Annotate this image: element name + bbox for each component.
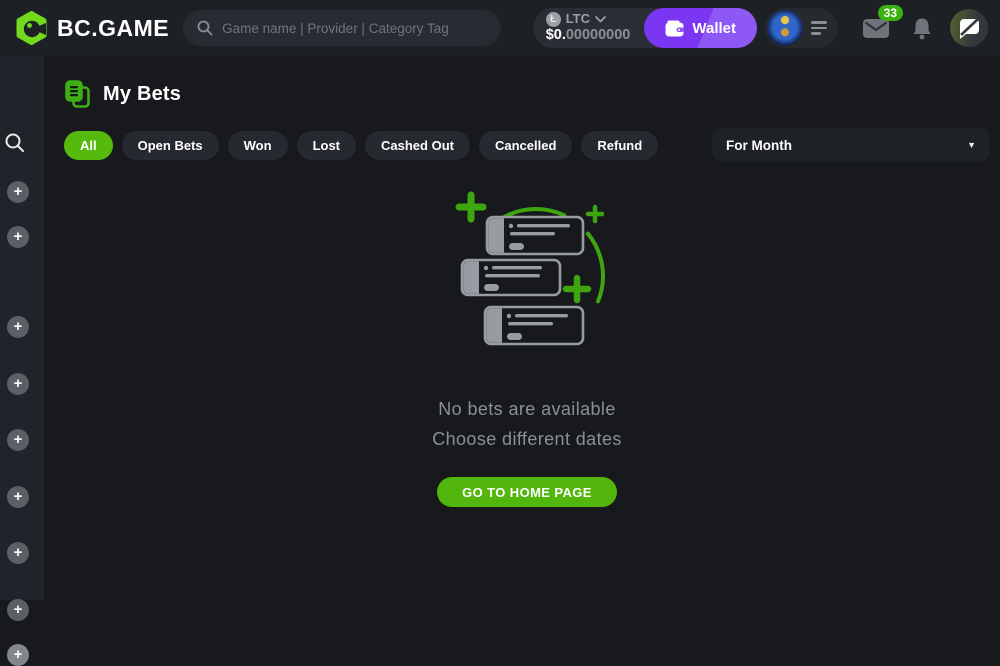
litecoin-icon: Ł	[546, 12, 561, 27]
sidebar-add-button[interactable]: +	[7, 226, 29, 248]
go-home-button[interactable]: GO TO HOME PAGE	[437, 477, 617, 507]
sidebar-add-button[interactable]: +	[7, 429, 29, 451]
currency-code: LTC	[566, 12, 590, 27]
left-sidebar: + + + + + + + + +	[0, 56, 44, 600]
filter-tab-cashed-out[interactable]: Cashed Out	[365, 131, 470, 160]
bet-filter-tabs: All Open Bets Won Lost Cashed Out Cancel…	[64, 131, 658, 160]
empty-state-line1: No bets are available	[438, 399, 616, 420]
main-content: My Bets All Open Bets Won Lost Cashed Ou…	[44, 56, 1000, 600]
bell-icon	[912, 17, 932, 40]
no-bets-illustration	[420, 177, 635, 357]
filter-tab-won[interactable]: Won	[228, 131, 288, 160]
filter-row: All Open Bets Won Lost Cashed Out Cancel…	[64, 128, 990, 162]
balance-major: $0.	[546, 27, 566, 43]
filter-tab-lost[interactable]: Lost	[297, 131, 356, 160]
currency-selector[interactable]: Ł LTC $0.00000000	[533, 12, 645, 44]
search-input[interactable]	[222, 21, 487, 36]
sidebar-add-button[interactable]: +	[7, 644, 29, 666]
rank-list-icon	[811, 21, 827, 35]
brand-name: BC.GAME	[57, 15, 169, 42]
sidebar-search-button[interactable]	[4, 132, 25, 158]
page-title: My Bets	[103, 83, 181, 106]
search-icon	[4, 132, 25, 153]
chat-toggle-icon	[957, 17, 981, 40]
avatar[interactable]	[767, 10, 803, 46]
balance-wallet-pill: Ł LTC $0.00000000 Wallet	[533, 8, 757, 48]
filter-tab-cancelled[interactable]: Cancelled	[479, 131, 572, 160]
mail-icon	[862, 18, 890, 39]
empty-state: No bets are available Choose different d…	[64, 162, 990, 507]
sidebar-add-button[interactable]: +	[7, 373, 29, 395]
notifications-button[interactable]	[912, 17, 932, 40]
balance-amount: $0.00000000	[546, 27, 631, 44]
messages-count-badge: 33	[878, 5, 903, 21]
caret-down-icon: ▼	[967, 140, 976, 150]
period-dropdown[interactable]: For Month ▼	[712, 128, 990, 162]
wallet-button[interactable]: Wallet	[644, 8, 757, 48]
sidebar-add-button[interactable]: +	[7, 486, 29, 508]
filter-tab-open-bets[interactable]: Open Bets	[122, 131, 219, 160]
page-header: My Bets	[64, 80, 990, 109]
wallet-icon	[665, 20, 684, 37]
bcgame-logo-icon	[16, 11, 47, 45]
filter-tab-refund[interactable]: Refund	[581, 131, 658, 160]
filter-tab-all[interactable]: All	[64, 131, 113, 160]
chat-toggle-button[interactable]	[950, 9, 988, 47]
empty-state-line2: Choose different dates	[432, 429, 622, 450]
sidebar-add-button[interactable]: +	[7, 316, 29, 338]
my-bets-icon	[64, 80, 91, 109]
game-search-bar[interactable]	[183, 10, 501, 46]
top-header: BC.GAME Ł LTC $0.00000000	[0, 0, 1000, 56]
sidebar-add-button[interactable]: +	[7, 542, 29, 564]
sidebar-add-button[interactable]: +	[7, 599, 29, 621]
chevron-down-icon	[595, 16, 606, 23]
period-dropdown-value: For Month	[726, 138, 792, 153]
balance-minor: 00000000	[566, 27, 631, 43]
wallet-label: Wallet	[692, 20, 736, 37]
profile-pill[interactable]	[765, 8, 838, 48]
sidebar-add-button[interactable]: +	[7, 181, 29, 203]
brand-logo[interactable]: BC.GAME	[16, 11, 169, 45]
search-icon	[197, 20, 213, 36]
messages-button[interactable]: 33	[862, 18, 890, 39]
